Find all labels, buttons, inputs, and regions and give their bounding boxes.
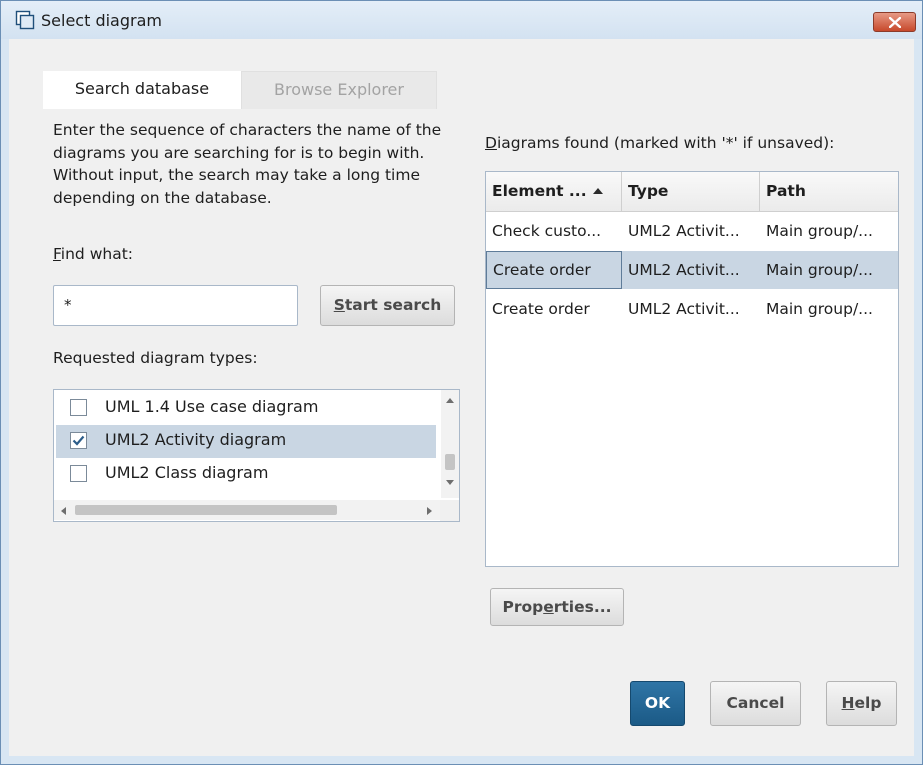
select-diagram-dialog: Select diagram Search database Browse Ex… (0, 0, 923, 765)
checkbox-uml14-use-case[interactable] (70, 399, 87, 416)
scroll-left-icon[interactable] (60, 506, 67, 516)
title-bar[interactable]: Select diagram (1, 1, 922, 39)
table-row[interactable]: Create order UML2 Activit... Main group/… (486, 251, 898, 289)
cell-type: UML2 Activit... (628, 261, 740, 279)
checkbox-uml2-activity[interactable] (70, 432, 87, 449)
column-header-path[interactable]: Path (760, 172, 898, 212)
table-row[interactable]: Check custo... UML2 Activit... Main grou… (486, 212, 898, 250)
cell-element: Create order (486, 251, 622, 289)
list-item-label: UML2 Activity diagram (105, 430, 287, 449)
find-what-label: Find what: (53, 245, 133, 263)
column-header-element[interactable]: Element ... (486, 172, 622, 212)
cell-path: Main group/... (766, 300, 873, 318)
vertical-scrollbar[interactable] (441, 390, 459, 498)
scroll-right-icon[interactable] (426, 506, 433, 516)
start-search-button[interactable]: Start search (320, 285, 455, 326)
diagram-types-list: UML 1.4 Use case diagram UML2 Activity d… (53, 389, 460, 522)
cell-type: UML2 Activit... (628, 300, 740, 318)
scroll-down-icon[interactable] (445, 479, 455, 486)
diagrams-found-label: Diagrams found (marked with '*' if unsav… (485, 134, 835, 152)
cancel-button[interactable]: Cancel (710, 681, 801, 726)
sort-ascending-icon (593, 188, 603, 194)
list-item-label: UML2 Class diagram (105, 463, 269, 482)
scroll-up-icon[interactable] (445, 397, 455, 404)
cell-path: Main group/... (766, 261, 873, 279)
cell-path: Main group/... (766, 222, 873, 240)
cell-type: UML2 Activit... (628, 222, 740, 240)
checkbox-uml2-class[interactable] (70, 465, 87, 482)
list-item-uml2-activity[interactable]: UML2 Activity diagram (56, 425, 436, 458)
ok-button[interactable]: OK (630, 681, 685, 726)
list-item-uml2-class[interactable]: UML2 Class diagram (56, 458, 436, 491)
vertical-scroll-thumb[interactable] (445, 454, 455, 470)
checkmark-icon (72, 435, 85, 446)
list-item-label: UML 1.4 Use case diagram (105, 397, 319, 416)
find-what-input[interactable]: * (53, 285, 298, 326)
search-description: Enter the sequence of characters the nam… (53, 121, 442, 207)
diagram-window-icon (15, 10, 35, 30)
column-header-type[interactable]: Type (622, 172, 760, 212)
close-button[interactable] (873, 12, 916, 32)
tab-browse-explorer[interactable]: Browse Explorer (241, 71, 437, 109)
dialog-body: Search database Browse Explorer Enter th… (9, 39, 914, 756)
list-item-uml14-use-case[interactable]: UML 1.4 Use case diagram (56, 392, 436, 425)
horizontal-scroll-thumb[interactable] (75, 505, 337, 515)
horizontal-scrollbar[interactable] (54, 500, 440, 520)
diagram-types-label: Requested diagram types: (53, 349, 258, 367)
scroll-corner (440, 500, 459, 521)
column-header-label: Element ... (492, 182, 587, 200)
tab-search-database[interactable]: Search database (43, 71, 241, 109)
table-row[interactable]: Create order UML2 Activit... Main group/… (486, 290, 898, 328)
help-button[interactable]: Help (826, 681, 897, 726)
close-icon (889, 17, 901, 28)
cell-element: Create order (492, 300, 590, 318)
results-table: Element ... Type Path Check custo... UML… (485, 171, 899, 567)
window-title: Select diagram (41, 11, 162, 30)
properties-button[interactable]: Properties... (490, 588, 624, 626)
cell-element: Check custo... (492, 222, 602, 240)
